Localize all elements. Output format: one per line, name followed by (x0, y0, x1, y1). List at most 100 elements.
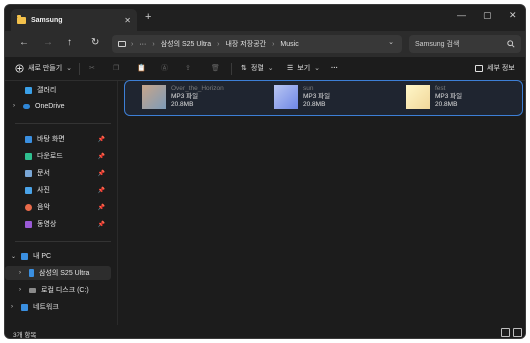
sort-button[interactable]: ⇅ 정렬 ⌄ (241, 64, 274, 73)
breadcrumb-device[interactable]: 삼성의 S25 Ultra (161, 39, 211, 49)
album-art-thumbnail (406, 85, 430, 109)
address-row: ← → ↑ ↻ › ··· › 삼성의 S25 Ultra › 내장 저장공간 … (5, 31, 525, 57)
album-art-thumbnail (142, 85, 166, 109)
tab-samsung[interactable]: Samsung ✕ (11, 9, 137, 31)
details-pane-label: 세부 정보 (487, 65, 515, 72)
details-pane-icon (475, 65, 483, 72)
gallery-icon (25, 86, 32, 94)
breadcrumb-more[interactable]: ··· (139, 41, 146, 48)
breadcrumb-music[interactable]: Music (280, 41, 298, 48)
details-view-icon[interactable] (501, 328, 510, 337)
desktop-icon (25, 135, 32, 143)
breadcrumb-storage[interactable]: 내장 저장공간 (225, 39, 266, 49)
toolbar-divider (79, 63, 80, 75)
plus-circle-icon (15, 64, 24, 73)
forward-button[interactable]: → (43, 37, 53, 49)
toolbar-divider (231, 63, 232, 75)
details-pane-button[interactable]: 세부 정보 (475, 64, 515, 73)
folder-icon (17, 14, 26, 24)
command-bar: 새로 만들기 ⌄ ✂ ❐ 📋 Ⓐ ⇪ 🗑 ⇅ 정렬 ⌄ ☰ 보기 ⌄ ··· 세… (5, 57, 525, 81)
sidebar-item-documents[interactable]: 문서 📌 (5, 166, 111, 180)
sidebar-item-pictures[interactable]: 사진 📌 (5, 183, 111, 197)
close-tab-icon[interactable]: ✕ (124, 16, 131, 25)
sort-button-label: 정렬 (250, 65, 264, 72)
sidebar-item-downloads[interactable]: 다운로드 📌 (5, 149, 111, 163)
pictures-icon (25, 186, 32, 194)
sidebar-item-videos[interactable]: 동영상 📌 (5, 217, 111, 231)
chevron-down-icon: ⌄ (66, 65, 73, 72)
sidebar-item-label: 로컬 디스크 (C:) (41, 287, 89, 294)
pin-icon[interactable]: 📌 (98, 136, 105, 143)
status-bar: 3개 항목 (5, 325, 525, 339)
sidebar-item-onedrive[interactable]: › OneDrive (5, 99, 111, 113)
new-button-label: 새로 만들기 (28, 65, 63, 72)
pin-icon[interactable]: 📌 (98, 204, 105, 211)
delete-icon[interactable]: 🗑 (211, 64, 220, 73)
tab-bar: Samsung ✕ + — ▢ ✕ (5, 5, 525, 31)
address-bar[interactable]: › ··· › 삼성의 S25 Ultra › 내장 저장공간 › Music … (112, 35, 402, 53)
cut-icon[interactable]: ✂ (89, 64, 95, 73)
file-item-fest[interactable]: fest MP3 파일 20.8MB (406, 85, 462, 113)
item-count: 3개 항목 (13, 332, 37, 339)
chevron-right-icon[interactable]: › (13, 103, 21, 109)
navigation-pane: 갤러리 › OneDrive 바탕 화면 📌 다운로드 📌 문서 📌 사진 📌 (5, 81, 115, 325)
phone-icon (29, 269, 34, 277)
search-input[interactable]: Samsung 검색 (415, 39, 507, 49)
sidebar-item-label: 내 PC (33, 253, 52, 260)
share-icon[interactable]: ⇪ (185, 64, 191, 73)
explorer-window: Samsung ✕ + — ▢ ✕ ← → ↑ ↻ › ··· › 삼성의 S2… (4, 4, 526, 339)
file-type: MP3 파일 (303, 93, 331, 100)
search-box[interactable]: Samsung 검색 (409, 35, 521, 53)
minimize-button[interactable]: — (457, 10, 466, 20)
pin-icon[interactable]: 📌 (98, 170, 105, 177)
more-options-button[interactable]: ··· (331, 64, 338, 73)
up-button[interactable]: ↑ (67, 37, 72, 49)
sidebar-item-desktop[interactable]: 바탕 화면 📌 (5, 132, 111, 146)
chevron-right-icon: › (152, 40, 155, 48)
new-button[interactable]: 새로 만들기 ⌄ (15, 64, 72, 73)
sidebar-item-label: 사진 (37, 187, 50, 194)
pin-icon[interactable]: 📌 (98, 153, 105, 160)
file-type: MP3 파일 (435, 93, 463, 100)
drive-icon (29, 287, 36, 293)
sidebar-item-label: 동영상 (37, 221, 57, 228)
paste-icon[interactable]: 📋 (137, 64, 146, 73)
sidebar-item-label: OneDrive (35, 102, 65, 110)
sidebar-item-network[interactable]: › 네트워크 (5, 300, 111, 314)
chevron-down-icon[interactable]: ⌄ (11, 253, 19, 260)
chevron-down-icon: ⌄ (267, 65, 274, 72)
new-tab-button[interactable]: + (145, 12, 151, 23)
chevron-right-icon[interactable]: › (19, 270, 27, 276)
sidebar-item-label: 갤러리 (37, 87, 57, 94)
view-icon: ☰ (287, 65, 294, 72)
chevron-right-icon[interactable]: › (19, 287, 27, 293)
chevron-right-icon: › (272, 40, 275, 48)
view-button[interactable]: ☰ 보기 ⌄ (287, 64, 320, 73)
copy-icon[interactable]: ❐ (113, 64, 119, 73)
back-button[interactable]: ← (19, 37, 29, 49)
sidebar-item-label: 네트워크 (33, 304, 59, 311)
chevron-down-icon[interactable]: ⌄ (388, 38, 394, 46)
file-list-view: Over_the_Horizon MP3 파일 20.8MB sun MP3 파… (118, 80, 525, 325)
close-window-button[interactable]: ✕ (509, 10, 517, 21)
pin-icon[interactable]: 📌 (98, 187, 105, 194)
sidebar-item-s25-ultra[interactable]: › 삼성의 S25 Ultra (5, 266, 111, 280)
maximize-button[interactable]: ▢ (483, 10, 492, 21)
refresh-button[interactable]: ↻ (91, 37, 99, 49)
sidebar-item-gallery[interactable]: 갤러리 (5, 83, 111, 97)
sidebar-item-local-disk[interactable]: › 로컬 디스크 (C:) (5, 283, 111, 297)
document-icon (25, 169, 32, 177)
file-item-sun[interactable]: sun MP3 파일 20.8MB (274, 85, 330, 113)
pin-icon[interactable]: 📌 (98, 221, 105, 228)
file-item-over-the-horizon[interactable]: Over_the_Horizon MP3 파일 20.8MB (142, 85, 224, 113)
sidebar-item-this-pc[interactable]: ⌄ 내 PC (5, 249, 111, 263)
sidebar-item-music[interactable]: 음악 📌 (5, 200, 111, 214)
tiles-view-icon[interactable] (513, 328, 522, 337)
file-type: MP3 파일 (171, 93, 199, 100)
cloud-icon (23, 103, 30, 109)
chevron-right-icon[interactable]: › (11, 304, 19, 310)
chevron-down-icon: ⌄ (314, 65, 321, 72)
rename-icon[interactable]: Ⓐ (161, 64, 168, 73)
sort-icon: ⇅ (241, 65, 247, 72)
sidebar-item-label: 음악 (37, 204, 50, 211)
